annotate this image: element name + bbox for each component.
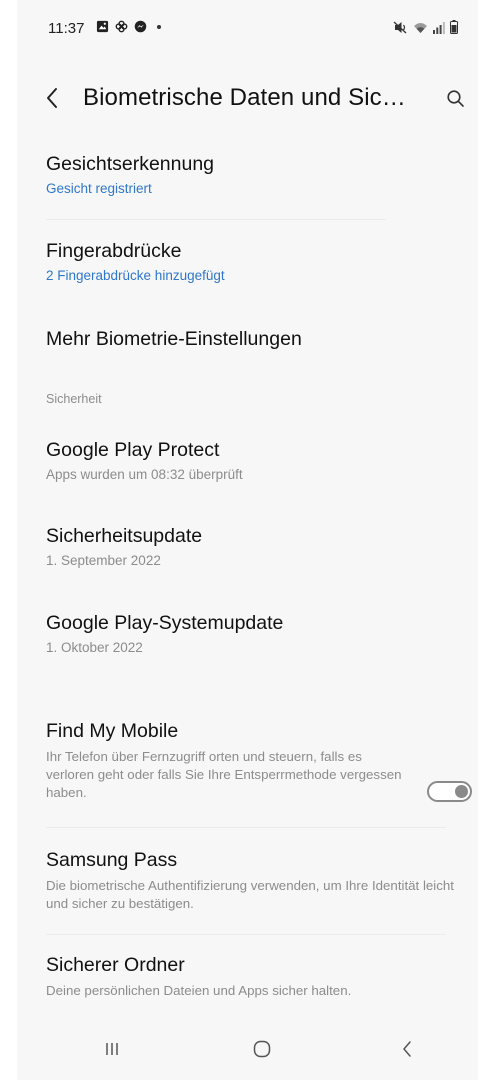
item-title: Google Play Protect: [46, 439, 220, 461]
navigation-bar: [17, 1020, 478, 1080]
item-description: Die biometrische Authentifizierung verwe…: [46, 878, 454, 911]
item-title: Gesichtserkennung: [46, 153, 215, 175]
home-button[interactable]: [242, 1032, 282, 1066]
item-description: Ihr Telefon über Fernzugriff orten und s…: [46, 749, 402, 800]
item-title: Sicherer Ordner: [46, 954, 185, 976]
divider: [46, 827, 446, 828]
back-icon: [403, 1041, 411, 1057]
page-title: Biometrische Daten und Sic…: [83, 84, 406, 111]
section-header-security: Sicherheit: [46, 392, 102, 406]
messenger-icon: [134, 20, 147, 33]
divider: [46, 934, 446, 935]
find-my-mobile-item[interactable]: Find My Mobile Ihr Telefon über Fernzugr…: [46, 720, 406, 802]
settings-screen: 11:37 Biometrische Daten und Sic… Gesich…: [17, 0, 478, 1080]
item-title: Google Play-Systemupdate: [46, 612, 284, 634]
secure-folder-item[interactable]: Sicherer Ordner Deine persönlichen Datei…: [46, 954, 456, 1000]
back-button[interactable]: [41, 83, 63, 113]
home-icon: [253, 1040, 271, 1058]
recents-button[interactable]: [92, 1032, 132, 1066]
system-update-item[interactable]: Google Play-Systemupdate 1. Oktober 2022: [46, 612, 456, 655]
chevron-left-icon: [47, 88, 57, 108]
notification-icons: [96, 20, 161, 33]
status-bar: 11:37: [17, 0, 478, 52]
system-icons: [393, 20, 458, 34]
toggle-knob: [455, 785, 468, 798]
gallery-icon: [96, 20, 109, 33]
status-time: 11:37: [48, 20, 85, 37]
more-notifications-dot: [157, 24, 161, 29]
item-description: Deine persönlichen Dateien und Apps sich…: [46, 983, 352, 998]
item-status: 1. Oktober 2022: [46, 640, 143, 655]
signal-icon: [433, 21, 445, 34]
mute-icon: [393, 21, 407, 33]
more-biometrics-item[interactable]: Mehr Biometrie-Einstellungen: [46, 328, 456, 351]
samsung-pass-item[interactable]: Samsung Pass Die biometrische Authentifi…: [46, 849, 456, 913]
divider: [46, 219, 386, 220]
play-protect-item[interactable]: Google Play Protect Apps wurden um 08:32…: [46, 439, 456, 482]
left-frame: [0, 0, 18, 1080]
app-header: Biometrische Daten und Sic…: [17, 74, 478, 122]
battery-icon: [450, 20, 458, 34]
find-my-mobile-toggle[interactable]: [427, 781, 472, 802]
face-recognition-item[interactable]: Gesichtserkennung Gesicht registriert: [46, 153, 456, 196]
wifi-icon: [414, 22, 427, 33]
item-title: Fingerabdrücke: [46, 240, 182, 262]
item-status: Apps wurden um 08:32 überprüft: [46, 467, 243, 482]
security-update-item[interactable]: Sicherheitsupdate 1. September 2022: [46, 525, 456, 568]
item-title: Find My Mobile: [46, 720, 179, 742]
item-title: Samsung Pass: [46, 849, 178, 871]
pinwheel-icon: [115, 20, 128, 33]
fingerprint-item[interactable]: Fingerabdrücke 2 Fingerabdrücke hinzugef…: [46, 240, 456, 283]
nav-back-button[interactable]: [387, 1032, 427, 1066]
recents-icon: [106, 1043, 118, 1055]
item-status: 2 Fingerabdrücke hinzugefügt: [46, 268, 225, 283]
item-title: Mehr Biometrie-Einstellungen: [46, 328, 302, 350]
item-status: Gesicht registriert: [46, 181, 152, 196]
search-icon: [446, 89, 464, 107]
item-status: 1. September 2022: [46, 553, 161, 568]
search-button[interactable]: [442, 85, 468, 111]
item-title: Sicherheitsupdate: [46, 525, 203, 547]
